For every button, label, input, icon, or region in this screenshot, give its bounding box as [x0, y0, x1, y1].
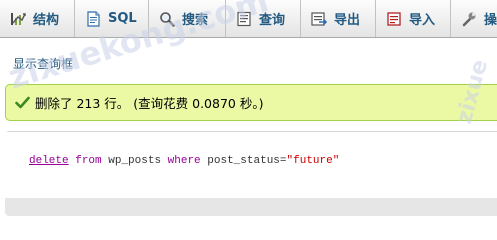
show-query-box-link[interactable]: 显示查询框 — [13, 55, 73, 72]
tab-export[interactable]: 导出 — [301, 0, 376, 37]
tab-label: 操 — [484, 13, 497, 28]
tab-operations[interactable]: 操 — [451, 0, 497, 37]
success-check-icon — [15, 96, 30, 109]
success-message: 删除了 213 行。 (查询花费 0.0870 秒。) — [5, 84, 497, 121]
wrench-icon — [461, 11, 477, 27]
sql-query-code: delete from wp_posts where post_status="… — [29, 155, 339, 167]
import-icon — [386, 11, 402, 27]
tab-sql[interactable]: SQL — [75, 0, 149, 37]
tab-label: 查询 — [259, 13, 286, 28]
sql-string-value: "future" — [286, 155, 340, 167]
sql-document-icon — [85, 10, 101, 27]
sql-keyword-from: from — [75, 155, 102, 167]
sql-query-inner: delete from wp_posts where post_status="… — [5, 132, 497, 198]
tab-structure[interactable]: 结构 — [0, 0, 75, 37]
tab-label: 导出 — [334, 13, 361, 28]
sql-operator: = — [279, 155, 287, 167]
tab-query[interactable]: 查询 — [226, 0, 301, 37]
tab-label: 结构 — [33, 13, 60, 28]
tab-label: SQL — [108, 11, 137, 26]
success-message-text: 删除了 213 行。 (查询花费 0.0870 秒。) — [35, 96, 264, 111]
tab-search[interactable]: 搜索 — [149, 0, 226, 37]
tab-label: 导入 — [409, 13, 436, 28]
sql-query-box: delete from wp_posts where post_status="… — [5, 131, 497, 216]
tab-import[interactable]: 导入 — [376, 0, 451, 37]
export-icon — [311, 11, 327, 27]
tab-bar: 结构 SQL 搜索 查询 导出 导入 操 — [0, 0, 497, 38]
tab-label: 搜索 — [182, 13, 209, 28]
sql-column-name: post_status — [207, 155, 280, 167]
sql-keyword-delete-link[interactable]: delete — [29, 155, 69, 167]
structure-icon — [10, 11, 26, 27]
sql-table-name: wp_posts — [108, 155, 162, 167]
query-icon — [236, 11, 252, 27]
sql-keyword-where: where — [167, 155, 201, 167]
search-icon — [159, 11, 175, 27]
